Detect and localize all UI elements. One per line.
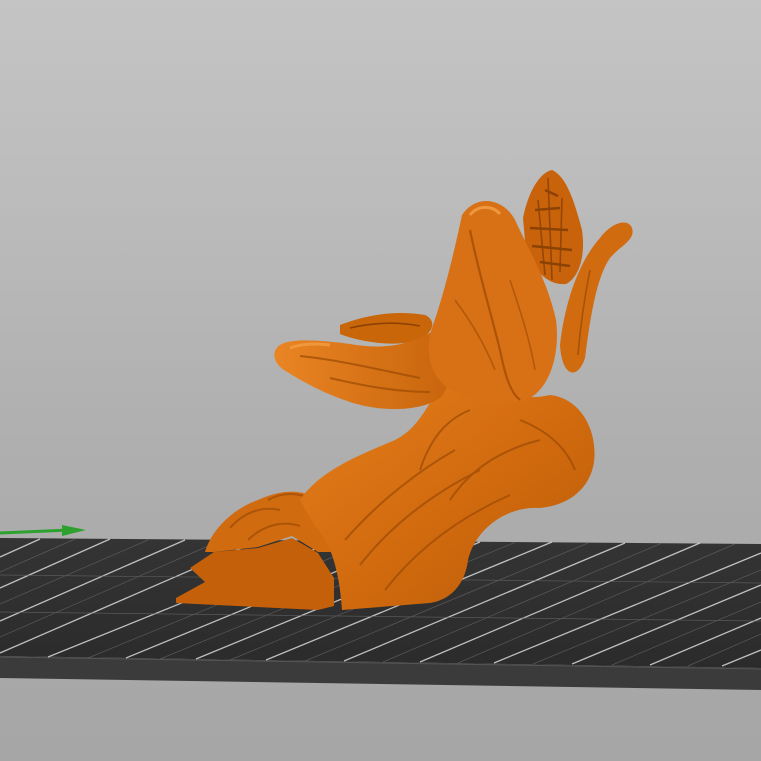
model-left-horn — [274, 330, 451, 410]
axis-arrow-icon — [0, 525, 86, 536]
scene-canvas[interactable] — [0, 0, 761, 761]
3d-viewport[interactable] — [0, 0, 761, 761]
